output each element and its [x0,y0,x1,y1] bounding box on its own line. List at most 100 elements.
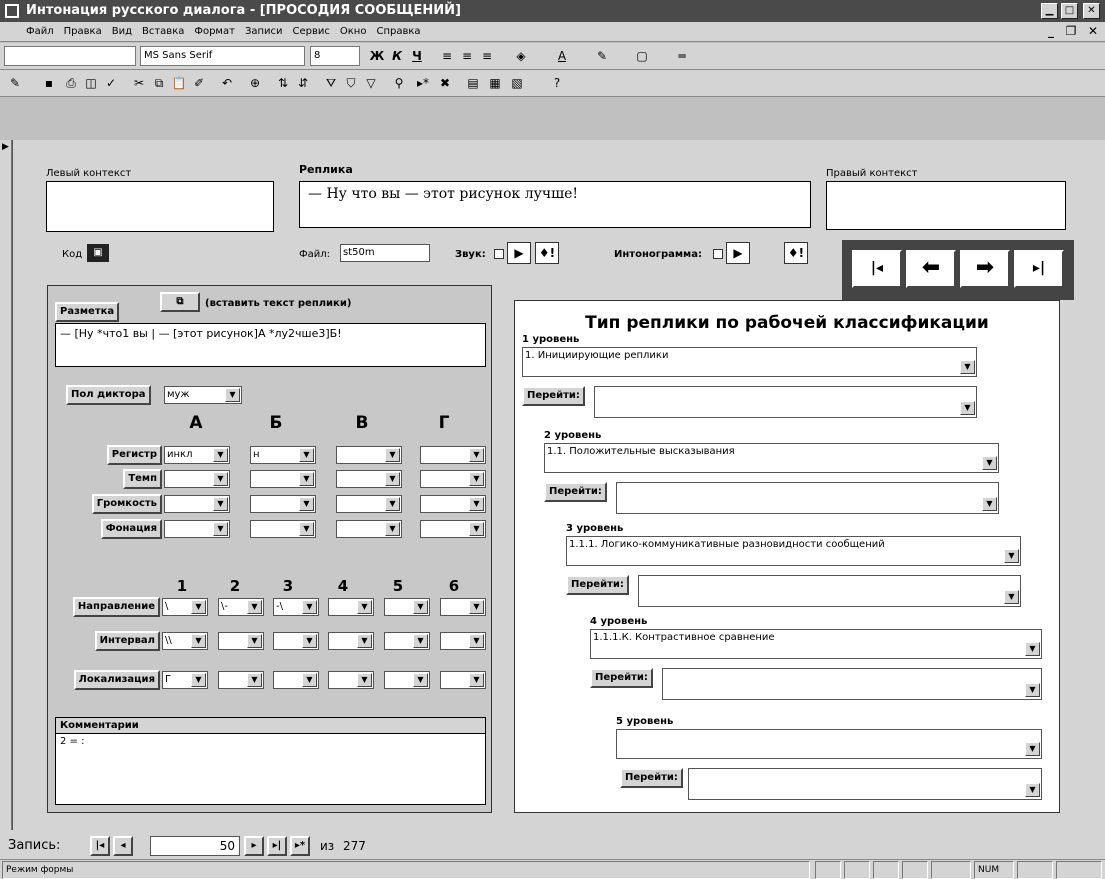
bold-icon[interactable]: Ж [368,47,386,65]
menu-file[interactable]: Файл [0,22,59,42]
goto-select[interactable]: ▼ [688,768,1042,800]
param-select[interactable]: ▼ [336,495,402,513]
param-select[interactable]: ▼ [164,520,230,538]
apply-filter-icon[interactable]: ▽ [362,74,380,92]
record-new-icon[interactable]: ▸* [290,836,310,856]
code-value[interactable]: ▣ [87,244,109,262]
goto-button[interactable]: Перейти: [544,482,607,502]
replica-field[interactable]: — Ну что вы — этот рисунок лучше! [299,181,811,228]
contour-select[interactable]: ▼ [328,598,374,616]
mdi-restore-icon[interactable]: ❐ [1063,24,1079,39]
sort-desc-icon[interactable]: ⇵ [294,74,312,92]
cut-icon[interactable]: ✂ [130,74,148,92]
new-record-icon[interactable]: ▸* [414,74,432,92]
mdi-close-icon[interactable]: ✕ [1085,24,1101,39]
border-icon[interactable]: ▢ [633,47,651,65]
contour-select[interactable]: ▼ [328,671,374,689]
italic-icon[interactable]: К [388,47,406,65]
object-combo[interactable] [4,46,136,66]
mdi-minimize-icon[interactable]: _ [1043,24,1059,39]
level-select[interactable]: ▼ [616,729,1042,759]
level-select[interactable]: 1.1.1.К. Контрастивное сравнение ▼ [590,629,1042,659]
copy-icon[interactable]: ⧉ [150,74,168,92]
contour-select[interactable]: -\ ▼ [273,598,319,616]
contour-select[interactable]: ▼ [218,671,264,689]
param-select[interactable]: ▼ [250,520,316,538]
contour-select[interactable]: \\ ▼ [162,632,208,650]
paste-text-button[interactable]: ⧉ [160,292,200,312]
record-first-icon[interactable]: |◂ [90,836,110,856]
param-select[interactable]: ▼ [164,470,230,488]
contour-select[interactable]: Г ▼ [162,671,208,689]
prev-record-icon[interactable]: ⬅ [906,250,956,288]
goto-select[interactable]: ▼ [662,668,1042,700]
contour-select[interactable]: ▼ [273,671,319,689]
menu-view[interactable]: Вид [107,22,137,42]
next-record-icon[interactable]: ➡ [960,250,1010,288]
param-select[interactable]: ▼ [420,470,486,488]
contour-select[interactable]: ▼ [328,632,374,650]
align-left-icon[interactable]: ≡ [438,47,456,65]
contour-select[interactable]: \ ▼ [162,598,208,616]
menu-help[interactable]: Справка [371,22,425,42]
param-select[interactable]: ▼ [250,470,316,488]
record-selector[interactable]: ▶ [0,140,12,830]
contour-select[interactable]: ▼ [384,598,430,616]
intonogram-record-button[interactable]: ♦! [784,242,808,264]
sound-record-button[interactable]: ♦! [535,242,559,264]
contour-select[interactable]: ▼ [384,671,430,689]
menu-edit[interactable]: Правка [59,22,107,42]
goto-select[interactable]: ▼ [616,482,999,514]
record-number-input[interactable]: 50 [150,836,240,856]
param-select[interactable]: н ▼ [250,446,316,464]
contour-select[interactable]: ▼ [384,632,430,650]
filter-selection-icon[interactable]: ⛛ [322,74,340,92]
markup-text-field[interactable]: — [Ну *что1 вы | — [этот рисунок]А *лу2ч… [55,323,486,367]
record-last-icon[interactable]: ▸| [267,836,287,856]
goto-button[interactable]: Перейти: [590,668,653,688]
print-icon[interactable]: ⎙ [62,74,80,92]
find-icon[interactable]: ⚲ [390,74,408,92]
contour-select[interactable]: ▼ [273,632,319,650]
param-select[interactable]: ▼ [420,495,486,513]
save-icon[interactable]: ▪ [40,74,58,92]
level-select[interactable]: 1.1. Положительные высказывания ▼ [544,443,999,473]
size-combo[interactable]: 8 [310,46,360,66]
database-window-icon[interactable]: ▦ [486,74,504,92]
menu-window[interactable]: Окно [335,22,372,42]
contour-select[interactable]: \- ▼ [218,598,264,616]
param-select[interactable]: ▼ [420,446,486,464]
help-icon[interactable]: ? [548,74,566,92]
font-combo[interactable]: MS Sans Serif [140,46,305,66]
paste-icon[interactable]: 📋 [170,74,188,92]
goto-button[interactable]: Перейти: [522,386,585,406]
goto-button[interactable]: Перейти: [566,575,629,595]
delete-record-icon[interactable]: ✖ [436,74,454,92]
font-color-icon[interactable]: A [553,47,571,65]
sound-play-button[interactable]: ▶ [507,242,531,264]
intonogram-checkbox[interactable] [713,249,723,259]
undo-icon[interactable]: ↶ [218,74,236,92]
param-select[interactable]: ▼ [250,495,316,513]
level-select[interactable]: 1. Инициирующие реплики ▼ [522,347,977,377]
filter-form-icon[interactable]: ⛉ [342,74,360,92]
param-select[interactable]: ▼ [336,470,402,488]
sort-asc-icon[interactable]: ⇅ [274,74,292,92]
contour-select[interactable]: ▼ [440,671,486,689]
intonogram-play-button[interactable]: ▶ [726,242,750,264]
line-color-icon[interactable]: ✎ [593,47,611,65]
comments-field[interactable]: 2 = : [56,734,485,749]
fill-color-icon[interactable]: ◈ [512,47,530,65]
maximize-button[interactable]: □ [1061,3,1078,19]
first-record-icon[interactable]: |◂ [852,250,902,288]
goto-select[interactable]: ▼ [594,386,977,418]
close-button[interactable]: ✕ [1083,3,1100,19]
param-select[interactable]: инкл ▼ [164,446,230,464]
goto-select[interactable]: ▼ [638,575,1021,607]
insert-hyperlink-icon[interactable]: ⊕ [246,74,264,92]
contour-select[interactable]: ▼ [218,632,264,650]
menu-format[interactable]: Формат [189,22,240,42]
record-next-icon[interactable]: ▸ [244,836,264,856]
align-center-icon[interactable]: ≡ [458,47,476,65]
param-select[interactable]: ▼ [164,495,230,513]
